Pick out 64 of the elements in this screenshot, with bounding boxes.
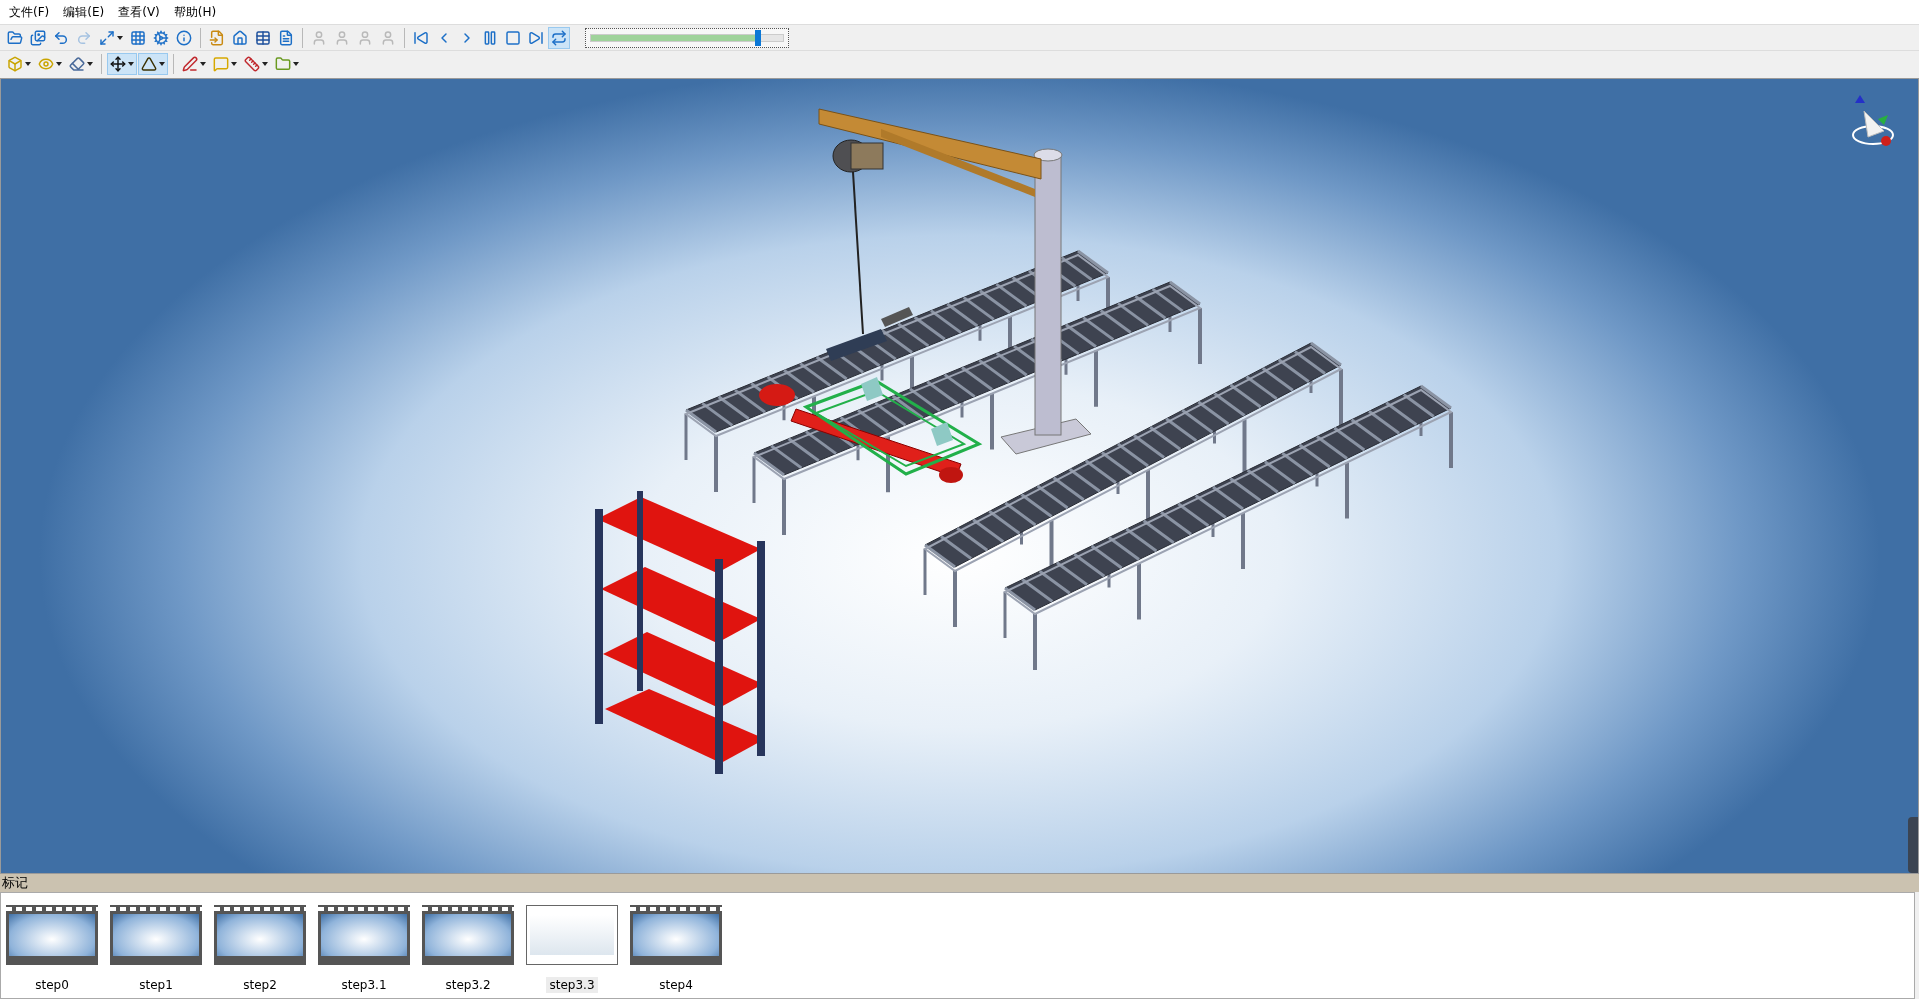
menu-item[interactable]: 编辑(E) [56,3,112,21]
marker-label[interactable]: step1 [136,977,176,993]
marker-label[interactable]: step3.3 [546,977,598,993]
caret-icon [293,61,299,66]
ruler-icon [244,55,260,72]
marker-label[interactable]: step4 [656,977,696,993]
gears-icon [153,29,169,46]
marker-thumbnail[interactable] [526,905,618,965]
stop-icon [505,29,521,46]
open-folder-icon [7,29,23,46]
redo-icon [76,29,92,46]
triangle-icon [141,55,157,72]
pen-icon [182,55,198,72]
marker-thumbnail[interactable] [318,905,410,965]
marker-label[interactable]: step3.2 [442,977,494,993]
caret-icon [56,61,62,66]
caret-icon [128,61,134,66]
caret-icon [25,61,31,66]
caret-icon [159,61,165,66]
table-icon [255,29,271,46]
eraser-icon [69,55,85,72]
images-icon [30,29,46,46]
marker-label[interactable]: step0 [32,977,72,993]
caret-icon [117,35,123,40]
panel-title: 标记 [0,874,1919,892]
skip-back-icon [413,29,429,46]
menu-item[interactable]: 查看(V) [111,3,167,21]
slider-thumb[interactable] [755,29,762,46]
import-icon [209,29,225,46]
document-icon [278,29,294,46]
person-icon [334,29,350,46]
toolbar-button[interactable] [107,52,137,75]
marker-thumbnail[interactable] [110,905,202,965]
note-icon [213,55,229,72]
fit-view-icon [99,29,115,46]
person-icon [311,29,327,46]
caret-icon [231,61,237,66]
grid-icon [130,29,146,46]
home-icon [232,29,248,46]
caret-icon [87,61,93,66]
marker-thumbnail[interactable] [422,905,514,965]
info-icon [176,29,192,46]
scroll-handle[interactable] [1908,817,1918,873]
skip-forward-icon [528,29,544,46]
marker-thumbnail[interactable] [630,905,722,965]
marker-label[interactable]: step3.1 [338,977,390,993]
move-icon [110,55,126,72]
caret-icon [262,61,268,66]
caret-icon [200,61,206,66]
marker-thumbnail[interactable] [214,905,306,965]
pause-icon [482,29,498,46]
menu-item[interactable]: 帮助(H) [166,3,224,21]
menu-item[interactable]: 文件(F) [2,3,57,21]
folder-icon [275,55,291,72]
loop-icon [551,29,567,46]
timeline-slider[interactable] [585,27,789,48]
marker-thumbnail[interactable] [6,905,98,965]
marker-label[interactable]: step2 [240,977,280,993]
toolbar-button[interactable] [138,52,168,75]
person-icon [357,29,373,46]
undo-icon [53,29,69,46]
person-icon [380,29,396,46]
cube-icon [7,55,23,72]
3d-viewport[interactable] [0,78,1919,874]
